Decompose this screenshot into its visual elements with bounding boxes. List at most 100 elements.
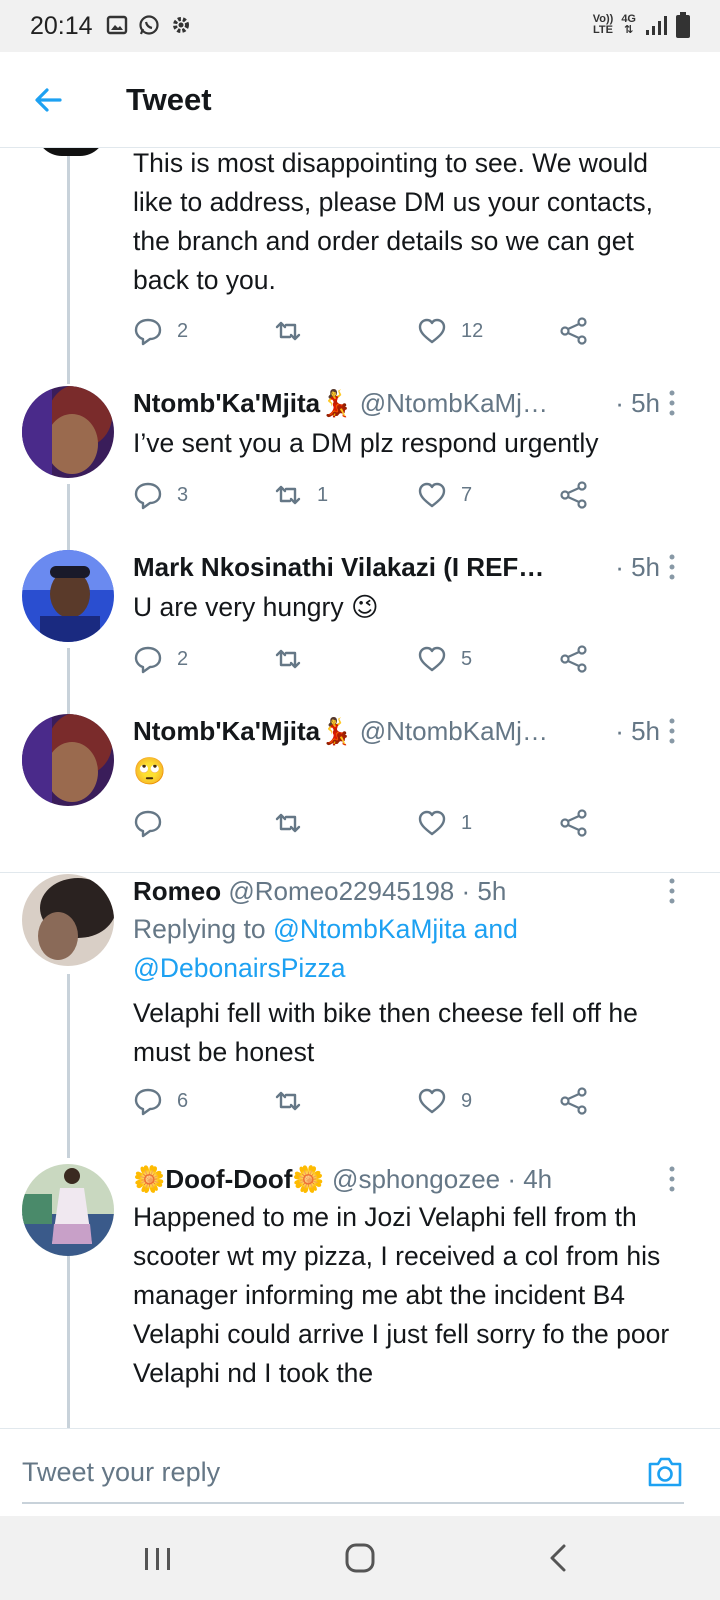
avatar[interactable] <box>22 550 114 642</box>
retweet-icon <box>275 649 301 669</box>
share-button[interactable] <box>559 644 589 674</box>
input-underline <box>22 1502 684 1504</box>
battery-icon <box>676 12 690 38</box>
retweet-icon <box>275 485 301 505</box>
like-count: 5 <box>461 647 473 670</box>
thread-line <box>67 1256 70 1428</box>
user-name[interactable]: Romeo <box>133 876 221 906</box>
back-arrow-icon[interactable] <box>30 82 66 118</box>
avatar[interactable] <box>22 874 114 966</box>
tweet-text: U are very hungry 😉 <box>133 592 379 622</box>
retweet-button[interactable] <box>273 316 317 346</box>
more-vertical-icon[interactable] <box>668 718 676 744</box>
heart-icon <box>418 1088 446 1114</box>
more-vertical-icon[interactable] <box>668 390 676 416</box>
more-vertical-icon[interactable] <box>668 1166 676 1192</box>
share-button[interactable] <box>559 316 589 346</box>
user-name[interactable]: Ntomb'Ka'Mjita💃 <box>133 716 353 746</box>
reply-button[interactable]: 3 <box>133 480 188 510</box>
tweet-actions: 3 1 7 <box>133 480 603 514</box>
avatar[interactable] <box>22 1164 114 1256</box>
reply-input[interactable]: Tweet your reply <box>22 1457 220 1488</box>
tweet-header: Ntomb'Ka'Mjita💃 @NtombKaMj… · 5h <box>133 388 660 419</box>
tweet-actions: 1 <box>133 808 603 842</box>
retweet-button[interactable] <box>273 808 317 838</box>
tweet-text: Velaphi fell with bike then cheese fell … <box>133 998 638 1067</box>
user-handle[interactable]: @NtombKaMj… <box>360 716 548 746</box>
share-icon <box>560 317 587 345</box>
tweet-text: 🙄 <box>133 756 166 786</box>
share-icon <box>560 809 587 837</box>
like-count: 12 <box>461 319 484 342</box>
reply-composer: Tweet your reply <box>0 1428 720 1516</box>
retweet-count: 1 <box>317 483 329 506</box>
share-icon <box>560 645 587 673</box>
reply-button[interactable] <box>133 808 177 838</box>
tweet-text: I’ve sent you a DM plz respond urgently <box>133 428 599 458</box>
like-button[interactable]: 9 <box>417 1086 472 1116</box>
user-handle[interactable]: @NtombKaMj… <box>360 388 548 418</box>
home-icon[interactable] <box>340 1540 380 1576</box>
avatar[interactable] <box>22 714 114 806</box>
tweet-actions: 6 9 <box>133 1086 603 1120</box>
reply-count: 2 <box>177 319 189 342</box>
tweet-item[interactable]: Ntomb'Ka'Mjita💃 @NtombKaMj… · 5h 🙄 1 <box>0 702 720 862</box>
retweet-button[interactable] <box>273 644 317 674</box>
retweet-button[interactable] <box>273 1086 317 1116</box>
retweet-button[interactable]: 1 <box>273 480 328 510</box>
whatsapp-icon <box>139 15 159 35</box>
tweet-item[interactable]: This is most disappointing to see. We wo… <box>0 148 720 360</box>
reply-button[interactable]: 2 <box>133 644 188 674</box>
heart-icon <box>418 810 446 836</box>
like-count: 7 <box>461 483 473 506</box>
page-title: Tweet <box>126 82 212 117</box>
user-handle[interactable]: @sphongozee · 4h <box>332 1164 552 1194</box>
avatar[interactable] <box>22 386 114 478</box>
like-button[interactable]: 5 <box>417 644 472 674</box>
heart-icon <box>418 482 446 508</box>
status-right-icons: Vo)) LTE 4G ⇅ <box>593 12 690 38</box>
like-button[interactable]: 12 <box>417 316 483 346</box>
share-button[interactable] <box>559 1086 589 1116</box>
tweet-item[interactable]: Ntomb'Ka'Mjita💃 @NtombKaMj… · 5h I’ve se… <box>0 374 720 534</box>
tweet-thread[interactable]: This is most disappointing to see. We wo… <box>0 148 720 1428</box>
share-button[interactable] <box>559 480 589 510</box>
tweet-item[interactable]: 🌼Doof-Doof🌼 @sphongozee · 4h Happened to… <box>0 1158 720 1428</box>
more-vertical-icon[interactable] <box>668 554 676 580</box>
like-count: 1 <box>461 811 473 834</box>
share-button[interactable] <box>559 808 589 838</box>
reply-icon <box>134 810 162 838</box>
user-name[interactable]: Ntomb'Ka'Mjita💃 <box>133 388 353 418</box>
like-button[interactable]: 1 <box>417 808 472 838</box>
status-bar: 20:14 Vo)) LTE 4G ⇅ <box>0 0 720 52</box>
more-vertical-icon[interactable] <box>668 878 676 904</box>
tweet-time: · 5h <box>611 388 660 419</box>
retweet-icon <box>275 813 301 833</box>
reply-button[interactable]: 6 <box>133 1086 188 1116</box>
reply-icon <box>134 1088 162 1116</box>
retweet-icon <box>275 321 301 341</box>
reply-button[interactable]: 2 <box>133 316 188 346</box>
volte-indicator: Vo)) LTE <box>592 13 614 36</box>
retweet-icon <box>275 1091 301 1111</box>
tweet-item[interactable]: Mark Nkosinathi Vilakazi (I REF… · 5h U … <box>0 538 720 698</box>
tweet-text: Happened to me in Jozi Velaphi fell from… <box>133 1202 670 1388</box>
tweet-actions: 2 5 <box>133 644 603 678</box>
tweet-header: Mark Nkosinathi Vilakazi (I REF… · 5h <box>133 552 660 583</box>
thread-line <box>67 974 70 1158</box>
recent-apps-icon[interactable] <box>138 1540 178 1576</box>
camera-icon[interactable] <box>646 1455 684 1489</box>
gallery-icon <box>106 15 128 35</box>
data-type-indicator: 4G ⇅ <box>621 13 636 36</box>
tweet-item[interactable]: Romeo @Romeo22945198 · 5h Replying to @N… <box>0 874 720 1134</box>
share-icon <box>560 1087 587 1115</box>
tweet-actions: 2 12 <box>133 316 603 350</box>
user-handle[interactable]: @Romeo22945198 · 5h <box>228 876 506 906</box>
back-icon[interactable] <box>540 1540 580 1576</box>
like-button[interactable]: 7 <box>417 480 472 510</box>
divider <box>0 872 720 873</box>
user-name[interactable]: 🌼Doof-Doof🌼 <box>133 1164 325 1194</box>
reply-count: 3 <box>177 483 189 506</box>
status-time: 20:14 <box>30 12 93 40</box>
user-name[interactable]: Mark Nkosinathi Vilakazi (I REF… <box>133 552 544 582</box>
